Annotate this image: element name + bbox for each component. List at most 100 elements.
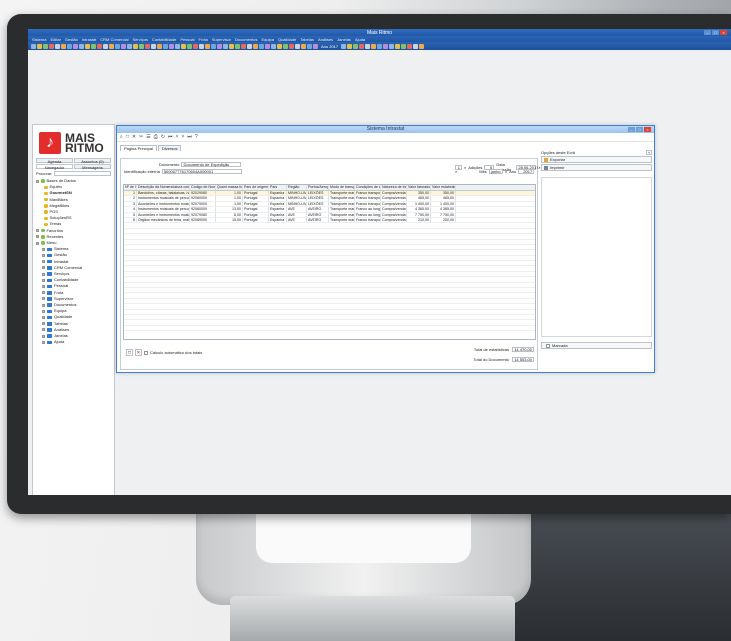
- table-cell[interactable]: 4 365,00: [431, 207, 456, 212]
- table-cell[interactable]: 350,00: [431, 191, 456, 196]
- table-cell[interactable]: Espanha: [269, 217, 287, 223]
- menu-item-intrastat[interactable]: Intrastat: [82, 37, 96, 42]
- search-icon[interactable]: ⌕: [505, 169, 507, 174]
- expand-icon[interactable]: +: [42, 334, 45, 338]
- marcada-checkbox[interactable]: [546, 343, 550, 348]
- table-cell[interactable]: Franco transportador: [355, 191, 381, 196]
- ident-input[interactable]: 500007776170604A000001: [161, 169, 242, 174]
- menu-item-crm-comercial[interactable]: CRM Comercial: [100, 37, 128, 42]
- cut-icon[interactable]: ✂: [139, 134, 143, 140]
- refresh-icon[interactable]: ↻: [161, 134, 165, 140]
- expand-icon[interactable]: +: [42, 328, 45, 332]
- menu-item-janelas[interactable]: Janelas: [337, 37, 351, 42]
- table-cell[interactable]: AVEIRO: [307, 217, 329, 223]
- table-cell[interactable]: Portugal: [243, 207, 269, 212]
- tab-pagina-principal[interactable]: Página Principal: [120, 145, 157, 151]
- expand-icon[interactable]: +: [36, 241, 39, 245]
- menu-item-supervisor[interactable]: Supervisor: [212, 37, 231, 42]
- table-cell[interactable]: MINHO-LIMA: [287, 201, 307, 207]
- toolbar-tool-icon[interactable]: [103, 43, 108, 49]
- close-icon[interactable]: ×: [720, 30, 727, 35]
- grid-column-header[interactable]: Portos/Aeroportos: [307, 185, 329, 190]
- table-cell[interactable]: MINHO-LIMA: [287, 196, 307, 201]
- toolbar-tool-icon[interactable]: [295, 43, 300, 49]
- toolbar-tool-icon[interactable]: [241, 43, 246, 49]
- toolbar-tool-icon[interactable]: [175, 43, 180, 49]
- table-cell[interactable]: LEIXÕES: [307, 196, 329, 201]
- expand-icon[interactable]: +: [42, 260, 45, 264]
- menu-item-sistema[interactable]: Sistema: [32, 37, 46, 42]
- table-cell[interactable]: Órgãos mecânicos de feira, realejos, pás…: [137, 217, 190, 223]
- grid-column-header[interactable]: Região: [287, 185, 307, 190]
- table-cell[interactable]: Acordeões e instrumentos musicais sem te: [137, 201, 190, 207]
- expand-icon[interactable]: +: [36, 179, 39, 183]
- toolbar-tool-icon[interactable]: [37, 43, 42, 49]
- toolbar-tool-icon[interactable]: [307, 43, 312, 49]
- menu-item-gest-o[interactable]: Gestão: [65, 37, 78, 42]
- new-icon[interactable]: □: [126, 134, 129, 140]
- grid-column-header[interactable]: Modo de transporte: [329, 185, 355, 190]
- grid-column-header[interactable]: Quant.massa líquida: [216, 185, 243, 190]
- first-icon[interactable]: ⏮: [168, 134, 173, 140]
- table-cell[interactable]: 2: [124, 196, 137, 201]
- search-input[interactable]: [54, 171, 111, 176]
- imprimir-button[interactable]: Imprimir: [541, 164, 652, 171]
- documento-input[interactable]: Documento de Expedição: [181, 162, 242, 167]
- table-cell[interactable]: 200,00: [431, 217, 456, 223]
- menu-item-editar[interactable]: Editar: [50, 37, 60, 42]
- print-icon[interactable]: ⎙: [154, 134, 158, 140]
- expand-icon[interactable]: +: [42, 340, 45, 344]
- toolbar-tool-icon[interactable]: [223, 43, 228, 49]
- table-cell[interactable]: Compra/venda firme: [381, 191, 407, 196]
- table-cell[interactable]: 13,00: [216, 207, 243, 212]
- table-cell[interactable]: Portugal: [243, 212, 269, 217]
- expand-icon[interactable]: +: [42, 285, 45, 289]
- table-cell[interactable]: 15,00: [216, 217, 243, 223]
- expand-icon[interactable]: +: [42, 316, 45, 320]
- table-cell[interactable]: Instrumentos musicais de percussão, por …: [137, 196, 190, 201]
- grid-column-header[interactable]: País: [269, 185, 287, 190]
- auto-calc-checkbox[interactable]: [144, 350, 148, 355]
- minimize-icon[interactable]: –: [628, 127, 635, 132]
- table-cell[interactable]: Franco ao longo do navio: [355, 212, 381, 217]
- grid-column-header[interactable]: País de origem: [243, 185, 269, 190]
- expand-icon[interactable]: +: [42, 266, 45, 270]
- year-indicator[interactable]: Ano 2017: [319, 44, 340, 49]
- last-icon[interactable]: ⏭: [187, 134, 192, 140]
- toolbar-tool-icon[interactable]: [121, 43, 126, 49]
- toolbar-tool-icon[interactable]: [359, 43, 365, 49]
- toolbar-tool-icon[interactable]: [353, 43, 359, 49]
- table-cell[interactable]: Espanha: [269, 191, 287, 196]
- table-cell[interactable]: Transporte marítimo: [329, 217, 355, 223]
- new-row-icon[interactable]: □: [126, 349, 133, 356]
- toolbar-tool-icon[interactable]: [341, 43, 347, 49]
- toolbar-tool-icon[interactable]: [313, 43, 318, 49]
- expand-icon[interactable]: +: [42, 272, 45, 276]
- menu-item-frota[interactable]: Frota: [199, 37, 208, 42]
- menu-item-an-lises[interactable]: Análises: [318, 37, 333, 42]
- list-icon[interactable]: ☰: [146, 134, 150, 140]
- table-cell[interactable]: Compra/venda firme: [381, 217, 407, 223]
- toolbar-tool-icon[interactable]: [67, 43, 72, 49]
- table-cell[interactable]: Franco transportador: [355, 217, 381, 223]
- table-cell[interactable]: 7 750,00: [407, 212, 431, 217]
- toolbar-tool-icon[interactable]: [193, 43, 198, 49]
- toolbar-tool-icon[interactable]: [217, 43, 222, 49]
- table-cell[interactable]: 7 750,00: [431, 212, 456, 217]
- menu-item-servi-os[interactable]: Serviços: [133, 37, 148, 42]
- menu-item-documentos[interactable]: Documentos: [235, 37, 257, 42]
- table-cell[interactable]: 1 400,00: [431, 201, 456, 207]
- table-cell[interactable]: AVE: [287, 212, 307, 217]
- toolbar-tool-icon[interactable]: [347, 43, 353, 49]
- toolbar-tool-icon[interactable]: [79, 43, 84, 49]
- toolbar-tool-icon[interactable]: [127, 43, 132, 49]
- table-cell[interactable]: 1 400,00: [407, 201, 431, 207]
- exportar-button[interactable]: Exportar: [541, 156, 652, 163]
- tab-diversos[interactable]: Diversos: [157, 145, 182, 151]
- expand-icon[interactable]: +: [42, 254, 45, 258]
- table-cell[interactable]: 4: [124, 207, 137, 212]
- table-cell[interactable]: Franco transportador: [355, 201, 381, 207]
- table-cell[interactable]: Transporte marítimo: [329, 191, 355, 196]
- table-cell[interactable]: 92060000: [190, 207, 216, 212]
- table-cell[interactable]: 4 365,00: [407, 207, 431, 212]
